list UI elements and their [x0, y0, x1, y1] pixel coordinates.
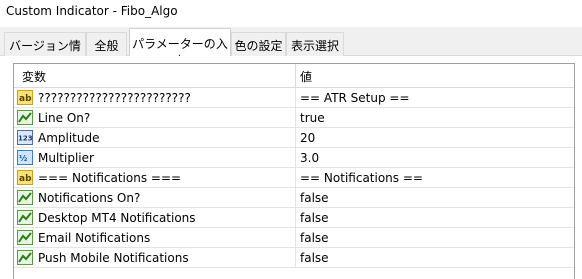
parameter-name: Line On? — [38, 111, 91, 125]
tab-colors[interactable]: 色の設定 — [231, 32, 286, 56]
parameter-row[interactable]: Line On? true — [14, 108, 574, 128]
grid-rows: ab ???????????????????????? == ATR Setup … — [14, 88, 574, 268]
column-divider[interactable] — [295, 64, 296, 88]
svg-text:ab: ab — [19, 174, 32, 184]
column-divider — [295, 168, 296, 188]
column-divider — [295, 208, 296, 228]
tab-label: 色の設定 — [234, 39, 283, 53]
svg-text:½: ½ — [19, 153, 27, 163]
column-divider — [295, 108, 296, 128]
tab-label: 全般 — [94, 39, 119, 53]
parameter-row[interactable]: Push Mobile Notifications false — [14, 248, 574, 268]
parameter-row[interactable]: Email Notifications false — [14, 228, 574, 248]
parameter-name: Notifications On? — [38, 191, 141, 205]
svg-text:123: 123 — [18, 135, 33, 143]
parameter-value[interactable]: true — [300, 111, 325, 125]
indicator-dialog: Custom Indicator - Fibo_Algo バージョン情報 全般 … — [0, 0, 582, 279]
parameter-value[interactable]: false — [300, 191, 329, 205]
parameters-grid: 変数 値 ab ???????????????????????? == ATR S… — [13, 63, 575, 279]
parameter-value[interactable]: false — [300, 251, 329, 265]
parameter-name: === Notifications === — [38, 171, 182, 185]
string-ab-icon: ab — [17, 90, 33, 105]
parameter-row[interactable]: ab ???????????????????????? == ATR Setup … — [14, 88, 574, 108]
tab-input-parameters[interactable]: パラメーターの入力 — [129, 28, 231, 68]
bool-chart-icon — [17, 110, 33, 125]
bool-chart-icon — [17, 230, 33, 245]
parameter-name: Desktop MT4 Notifications — [38, 211, 196, 225]
parameter-row[interactable]: ½ Multiplier 3.0 — [14, 148, 574, 168]
parameter-name: Multiplier — [38, 151, 94, 165]
integer-123-icon: 123 — [17, 130, 33, 145]
parameter-name: Push Mobile Notifications — [38, 251, 189, 265]
parameter-row[interactable]: Desktop MT4 Notifications false — [14, 208, 574, 228]
tab-visualization[interactable]: 表示選択 — [286, 32, 344, 56]
column-divider — [295, 188, 296, 208]
bool-chart-icon — [17, 210, 33, 225]
parameter-value[interactable]: == Notifications == — [300, 171, 423, 185]
double-half-icon: ½ — [17, 150, 33, 165]
column-divider — [295, 128, 296, 148]
bool-chart-icon — [17, 190, 33, 205]
parameter-row[interactable]: Notifications On? false — [14, 188, 574, 208]
parameter-value[interactable]: 3.0 — [300, 151, 319, 165]
svg-text:ab: ab — [19, 94, 32, 104]
column-divider — [295, 148, 296, 168]
parameter-value[interactable]: false — [300, 211, 329, 225]
tab-label: 表示選択 — [290, 39, 339, 53]
parameter-row[interactable]: 123 Amplitude 20 — [14, 128, 574, 148]
parameter-value[interactable]: == ATR Setup == — [300, 91, 410, 105]
parameter-row[interactable]: ab === Notifications === == Notifications… — [14, 168, 574, 188]
column-divider — [295, 248, 296, 268]
window-title: Custom Indicator - Fibo_Algo — [6, 4, 178, 18]
tab-strip: バージョン情報 全般 パラメーターの入力 色の設定 表示選択 — [0, 28, 582, 70]
parameter-value[interactable]: false — [300, 231, 329, 245]
parameter-value[interactable]: 20 — [300, 131, 315, 145]
column-divider — [295, 88, 296, 108]
bool-chart-icon — [17, 250, 33, 265]
parameter-name: Email Notifications — [38, 231, 151, 245]
column-header-variable[interactable]: 変数 — [22, 68, 46, 85]
parameter-name: Amplitude — [38, 131, 100, 145]
grid-header: 変数 値 — [14, 64, 574, 88]
string-ab-icon: ab — [17, 170, 33, 185]
column-header-value[interactable]: 値 — [300, 68, 312, 85]
parameter-name: ???????????????????????? — [38, 91, 191, 105]
tab-general[interactable]: 全般 — [86, 32, 127, 56]
title-bar: Custom Indicator - Fibo_Algo — [0, 0, 582, 27]
tab-version-info[interactable]: バージョン情報 — [4, 32, 86, 70]
column-divider — [295, 228, 296, 248]
